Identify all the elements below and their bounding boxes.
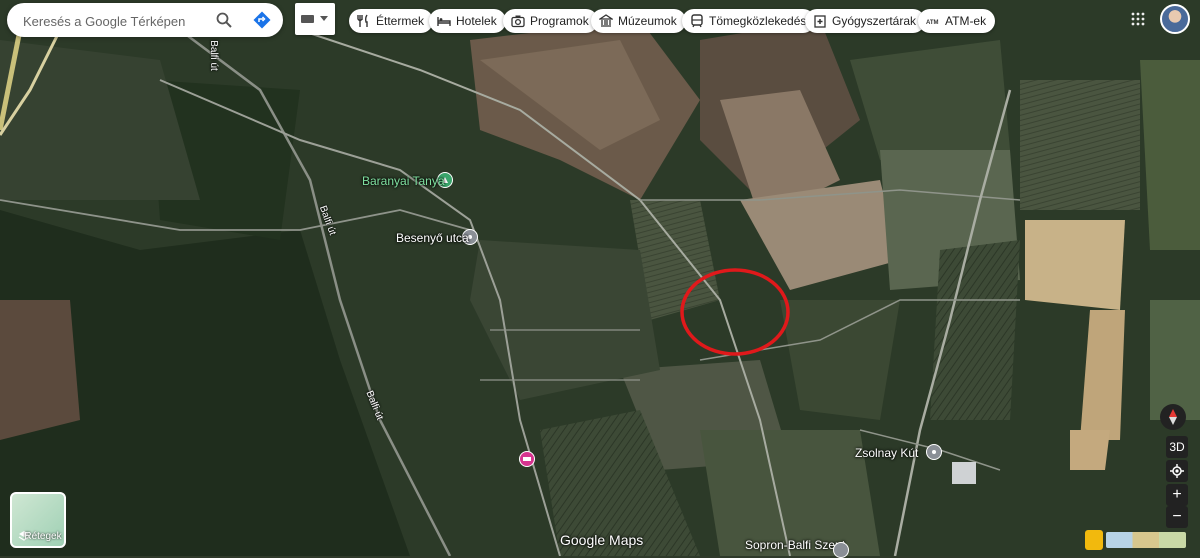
transit-icon <box>691 14 703 28</box>
chip-transit[interactable]: Tömegközlekedés <box>682 9 816 33</box>
search-box[interactable] <box>7 3 283 37</box>
atm-pin-icon[interactable] <box>519 451 535 467</box>
place-label-besenyo-utca[interactable]: Besenyő utca <box>396 231 469 245</box>
avatar[interactable] <box>1160 4 1190 34</box>
location-icon <box>1170 464 1184 478</box>
place-pin-icon[interactable] <box>926 444 942 460</box>
chip-label: Múzeumok <box>618 14 677 28</box>
search-icon[interactable] <box>215 11 233 29</box>
chip-hotels[interactable]: Hotelek <box>429 9 506 33</box>
map-type-selector[interactable] <box>295 3 335 35</box>
apps-grid-icon[interactable] <box>1130 11 1146 27</box>
chip-label: ATM-ek <box>945 14 987 28</box>
chip-pharmacies[interactable]: Gyógyszertárak <box>805 9 926 33</box>
chip-atms[interactable]: ATM ATM-ek <box>918 9 996 33</box>
layers-button[interactable]: Rétegek <box>10 492 66 548</box>
layers-label: Rétegek <box>24 531 62 542</box>
chip-things-to-do[interactable]: Programok <box>503 9 598 33</box>
atm-icon: ATM <box>926 20 939 26</box>
road-label-balfi-ut: Balfi út <box>207 40 219 71</box>
street-view-pegman-icon[interactable] <box>1085 530 1103 550</box>
directions-icon[interactable] <box>253 11 271 29</box>
keyboard-icon <box>301 15 314 23</box>
zoom-out-button[interactable]: − <box>1166 506 1188 528</box>
restaurant-icon <box>357 14 368 27</box>
hotel-icon <box>437 17 451 26</box>
satellite-map[interactable] <box>0 0 1200 556</box>
chip-label: Programok <box>530 14 589 28</box>
search-input[interactable] <box>21 11 205 31</box>
place-label-sopron-balfi[interactable]: Sopron-Balfi Szent <box>745 538 845 552</box>
pharmacy-icon <box>814 15 826 28</box>
svg-text:ATM: ATM <box>926 20 939 26</box>
chip-label: Gyógyszertárak <box>832 14 917 28</box>
chevron-down-icon[interactable] <box>320 16 328 21</box>
compass-icon[interactable] <box>1160 404 1186 430</box>
museum-icon <box>599 14 613 27</box>
place-label-zsolnay-kut[interactable]: Zsolnay Kút <box>855 446 918 460</box>
imagery-strip[interactable] <box>1106 532 1186 548</box>
camera-icon <box>511 15 525 28</box>
chip-museums[interactable]: Múzeumok <box>591 9 686 33</box>
chip-label: Tömegközlekedés <box>709 14 807 28</box>
chip-label: Éttermek <box>376 14 425 28</box>
tilt-3d-button[interactable]: 3D <box>1166 436 1188 458</box>
my-location-button[interactable] <box>1166 460 1188 482</box>
place-label-baranyai-tanya[interactable]: Baranyai Tanya <box>362 174 445 188</box>
chip-label: Hotelek <box>456 14 497 28</box>
google-maps-logo: Google Maps <box>560 532 644 548</box>
zoom-in-button[interactable]: + <box>1166 484 1188 506</box>
chip-restaurants[interactable]: Éttermek <box>349 9 434 33</box>
